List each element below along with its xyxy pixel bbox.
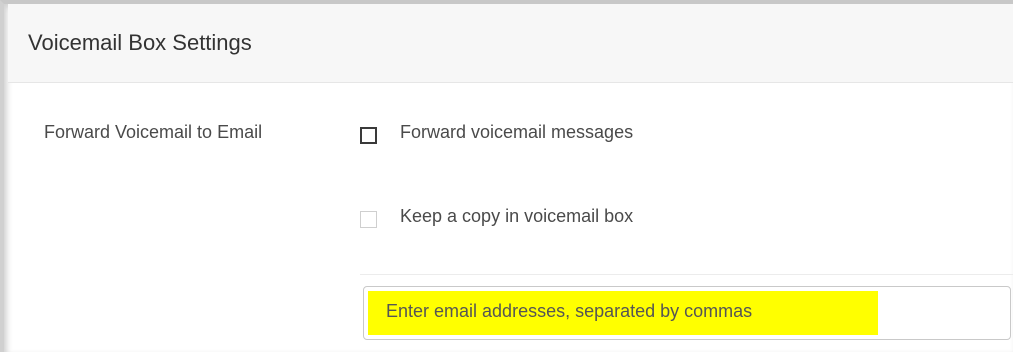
page-title: Voicemail Box Settings: [28, 30, 252, 55]
panel-header: Voicemail Box Settings: [8, 4, 1013, 83]
forward-voicemail-label[interactable]: Forward voicemail messages: [400, 122, 633, 143]
keep-copy-checkbox[interactable]: [360, 211, 377, 228]
email-input-placeholder: Enter email addresses, separated by comm…: [386, 301, 753, 321]
keep-copy-label[interactable]: Keep a copy in voicemail box: [400, 206, 633, 227]
forward-voicemail-checkbox[interactable]: [360, 127, 377, 144]
forward-to-email-label: Forward Voicemail to Email: [44, 122, 263, 142]
divider: [360, 274, 1013, 275]
voicemail-settings-panel: Voicemail Box Settings Forward Voicemail…: [0, 0, 1013, 352]
email-addresses-input[interactable]: Enter email addresses, separated by comm…: [363, 286, 1011, 340]
